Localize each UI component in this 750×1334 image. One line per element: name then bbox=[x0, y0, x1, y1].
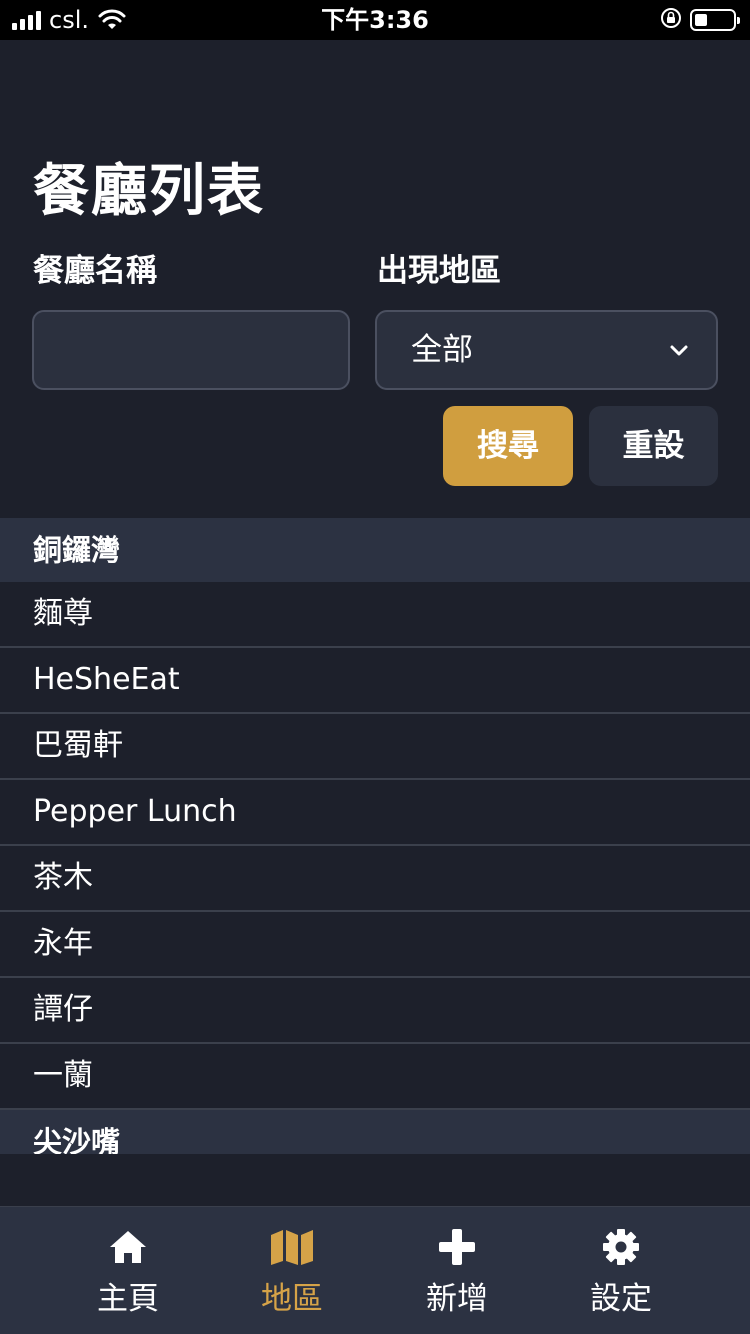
restaurant-list[interactable]: 銅鑼灣 麵尊 HeSheEat 巴蜀軒 Pepper Lunch 茶木 永年 譚… bbox=[0, 518, 750, 1154]
region-select[interactable]: 全部 bbox=[375, 310, 718, 390]
tab-add[interactable]: 新增 bbox=[397, 1207, 517, 1334]
tab-home-label: 主頁 bbox=[97, 1281, 159, 1317]
list-item[interactable]: 一蘭 bbox=[0, 1044, 750, 1110]
tab-settings[interactable]: 設定 bbox=[561, 1207, 681, 1334]
list-item[interactable]: 巴蜀軒 bbox=[0, 714, 750, 780]
chevron-down-icon bbox=[668, 339, 690, 365]
search-button[interactable]: 搜尋 bbox=[443, 406, 573, 486]
list-item[interactable]: Pepper Lunch bbox=[0, 780, 750, 846]
tab-bar: 主頁 地區 新增 設定 bbox=[0, 1206, 750, 1334]
list-item[interactable]: HeSheEat bbox=[0, 648, 750, 714]
restaurant-name-input[interactable] bbox=[32, 310, 350, 390]
map-icon bbox=[232, 1227, 352, 1267]
status-bar: csl. 下午3:36 bbox=[0, 0, 750, 40]
tab-settings-label: 設定 bbox=[590, 1281, 652, 1317]
home-icon bbox=[68, 1227, 188, 1267]
status-right bbox=[660, 0, 740, 40]
tab-region[interactable]: 地區 bbox=[232, 1207, 352, 1334]
list-item[interactable]: 永年 bbox=[0, 912, 750, 978]
section-header: 銅鑼灣 bbox=[0, 518, 750, 582]
battery-icon bbox=[690, 9, 740, 31]
gear-icon bbox=[561, 1227, 681, 1267]
name-filter-label: 餐廳名稱 bbox=[33, 253, 157, 289]
list-item[interactable]: 茶木 bbox=[0, 846, 750, 912]
plus-icon bbox=[397, 1227, 517, 1267]
section-header: 尖沙嘴 bbox=[0, 1110, 750, 1154]
list-item[interactable]: 譚仔 bbox=[0, 978, 750, 1044]
page-title: 餐廳列表 bbox=[33, 159, 265, 224]
tab-add-label: 新增 bbox=[426, 1281, 488, 1317]
status-time: 下午3:36 bbox=[321, 6, 429, 34]
list-item[interactable]: 麵尊 bbox=[0, 582, 750, 648]
orientation-lock-icon bbox=[660, 7, 682, 33]
tab-region-label: 地區 bbox=[261, 1281, 323, 1317]
region-filter-label: 出現地區 bbox=[377, 253, 501, 289]
region-select-value: 全部 bbox=[411, 332, 473, 368]
tab-home[interactable]: 主頁 bbox=[68, 1207, 188, 1334]
reset-button[interactable]: 重設 bbox=[589, 406, 718, 486]
